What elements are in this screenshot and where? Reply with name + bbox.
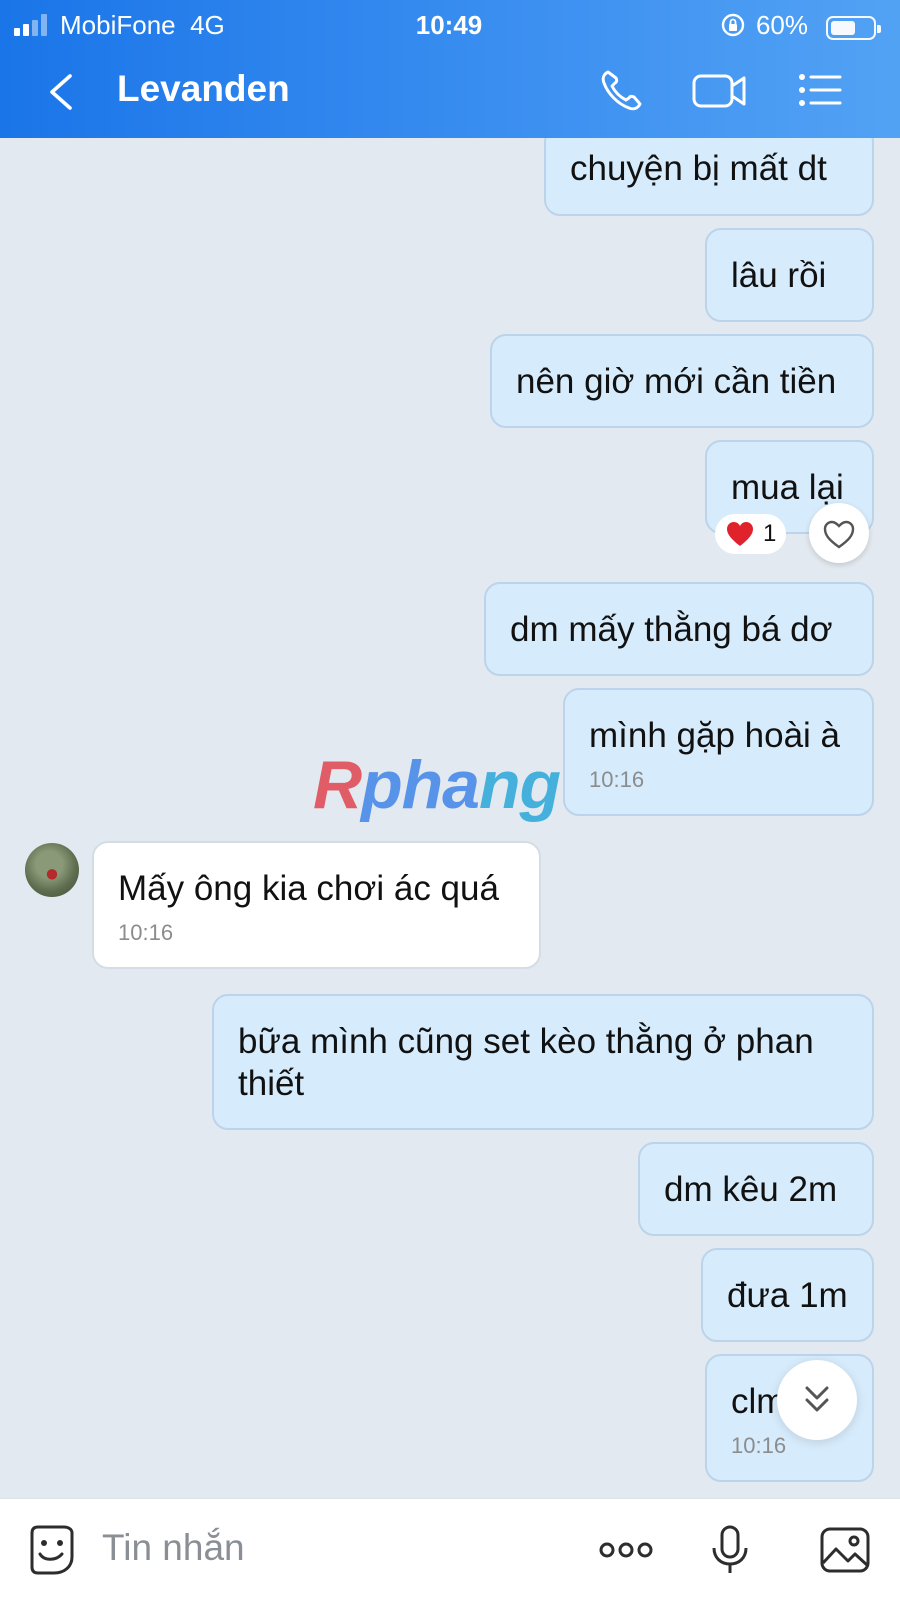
chat-header: MobiFone 4G 10:49 60% Levanden [0, 0, 900, 138]
status-bar: MobiFone 4G 10:49 60% [14, 8, 884, 40]
back-icon[interactable] [40, 70, 84, 114]
react-button[interactable] [809, 503, 869, 563]
message-text: nên giờ mới cần tiền [516, 362, 837, 401]
scroll-to-bottom-button[interactable] [777, 1360, 857, 1440]
menu-list-icon[interactable] [794, 66, 846, 114]
message-bubble-outgoing[interactable]: nên giờ mới cần tiền [490, 334, 874, 428]
message-text: dm kêu 2m [664, 1170, 838, 1209]
reaction-badge[interactable]: 1 [715, 514, 787, 554]
message-input-bar: Tin nhắn [0, 1498, 900, 1600]
rotation-lock-icon [721, 13, 745, 37]
message-bubble-incoming[interactable]: Mấy ông kia chơi ác quá 10:16 [92, 841, 541, 969]
status-time: 10:49 [415, 10, 483, 40]
message-text: chuyện bị mất dt [570, 149, 827, 188]
battery-percent: 60% [755, 10, 808, 40]
message-bubble-outgoing[interactable]: lâu rồi [705, 228, 874, 322]
heart-emoji-icon [727, 522, 753, 546]
phone-icon[interactable] [598, 66, 650, 114]
chat-area[interactable]: chuyện bị mất dt lâu rồi nên giờ mới cần… [0, 138, 900, 1498]
message-bubble-outgoing[interactable]: mình gặp hoài à 10:16 [563, 688, 874, 816]
contact-avatar[interactable] [25, 843, 79, 897]
message-text: bữa mình cũng set kèo thằng ở phan thiết [238, 1022, 824, 1103]
microphone-icon[interactable] [703, 1523, 757, 1577]
watermark-logo: Rphang [313, 747, 561, 823]
emoji-sticker-icon[interactable] [24, 1523, 78, 1577]
battery-icon [826, 16, 881, 40]
message-bubble-outgoing[interactable]: đưa 1m [701, 1248, 874, 1342]
message-text: dm mấy thằng bá dơ [510, 610, 833, 649]
message-bubble-outgoing[interactable]: bữa mình cũng set kèo thằng ở phan thiết [212, 994, 874, 1130]
message-bubble-outgoing[interactable]: dm mấy thằng bá dơ [484, 582, 874, 676]
image-icon[interactable] [818, 1523, 872, 1577]
video-call-icon[interactable] [690, 66, 750, 114]
heart-outline-icon [823, 520, 855, 549]
reaction-count: 1 [763, 520, 777, 547]
message-text: Mấy ông kia chơi ác quá [118, 869, 499, 908]
message-time: 10:16 [589, 767, 645, 792]
more-dots-icon[interactable] [596, 1523, 656, 1577]
message-time: 10:16 [118, 920, 174, 945]
message-text: đưa 1m [727, 1276, 848, 1315]
message-bubble-outgoing[interactable]: dm kêu 2m [638, 1142, 874, 1236]
message-text: lâu rồi [731, 256, 827, 295]
message-text: mình gặp hoài à [589, 716, 841, 755]
message-input[interactable]: Tin nhắn [102, 1527, 245, 1569]
contact-name[interactable]: Levanden [117, 68, 290, 110]
double-chevron-down-icon [805, 1386, 829, 1412]
message-bubble-outgoing[interactable]: chuyện bị mất dt [544, 138, 874, 216]
